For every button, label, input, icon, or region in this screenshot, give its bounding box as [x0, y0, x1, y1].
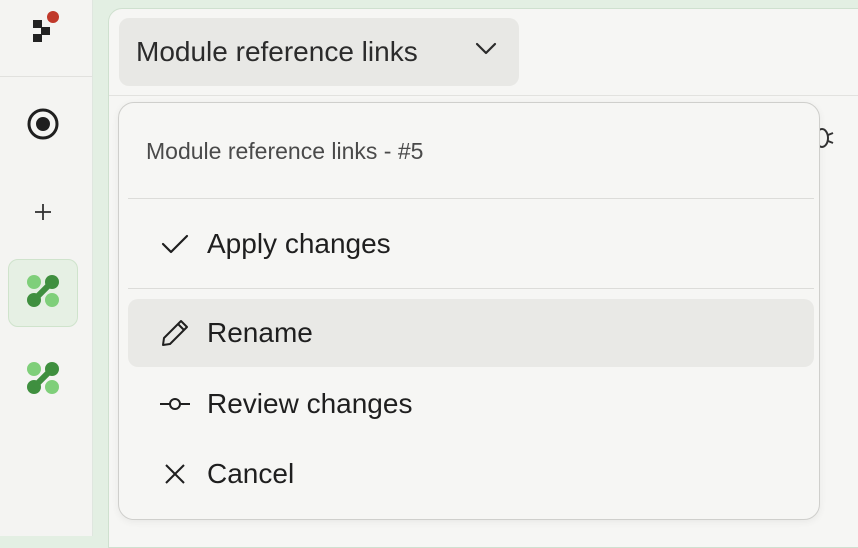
module-dropdown-menu: Module reference links - #5 Apply change… [118, 102, 820, 520]
workflow-icon [25, 360, 61, 401]
rename-menu-item[interactable]: Rename [128, 299, 814, 367]
sidebar-item-record[interactable] [8, 92, 78, 160]
plus-icon [33, 202, 53, 227]
sidebar [0, 0, 93, 536]
menu-divider [128, 198, 814, 199]
record-icon [26, 107, 60, 146]
review-changes-menu-item[interactable]: Review changes [128, 370, 814, 438]
app-logo-icon[interactable] [29, 10, 59, 50]
module-select-label: Module reference links [136, 36, 418, 67]
menu-divider [128, 288, 814, 289]
menu-item-label: Rename [207, 317, 313, 348]
menu-item-label: Review changes [207, 388, 413, 419]
workflow-icon [25, 273, 61, 314]
sidebar-item-workflow-active[interactable] [8, 259, 78, 327]
check-icon [153, 233, 197, 255]
menu-title: Module reference links - #5 [146, 138, 424, 164]
menu-item-label: Apply changes [207, 228, 391, 259]
module-select[interactable]: Module reference links [119, 18, 519, 86]
cancel-menu-item[interactable]: Cancel [128, 440, 814, 508]
sidebar-item-workflow[interactable] [8, 346, 78, 414]
commit-icon [153, 396, 197, 412]
topbar-divider [109, 95, 858, 96]
apply-changes-menu-item[interactable]: Apply changes [128, 210, 814, 278]
close-icon [153, 462, 197, 486]
menu-item-label: Cancel [207, 458, 295, 489]
pencil-icon [153, 317, 197, 349]
sidebar-divider [0, 76, 92, 77]
sidebar-item-add[interactable] [8, 180, 78, 248]
chevron-down-icon [475, 42, 497, 61]
